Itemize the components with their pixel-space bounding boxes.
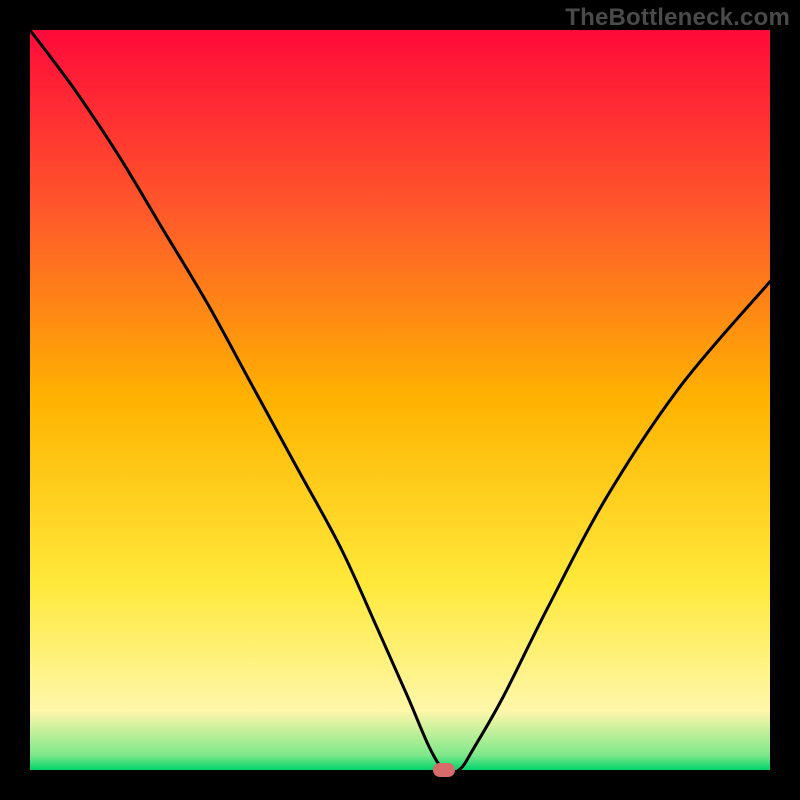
plot-area	[30, 30, 770, 770]
watermark-text: TheBottleneck.com	[565, 4, 790, 32]
chart-frame: TheBottleneck.com	[0, 0, 800, 800]
optimum-marker	[433, 763, 455, 777]
gradient-background	[30, 30, 770, 770]
plot-svg	[30, 30, 770, 770]
